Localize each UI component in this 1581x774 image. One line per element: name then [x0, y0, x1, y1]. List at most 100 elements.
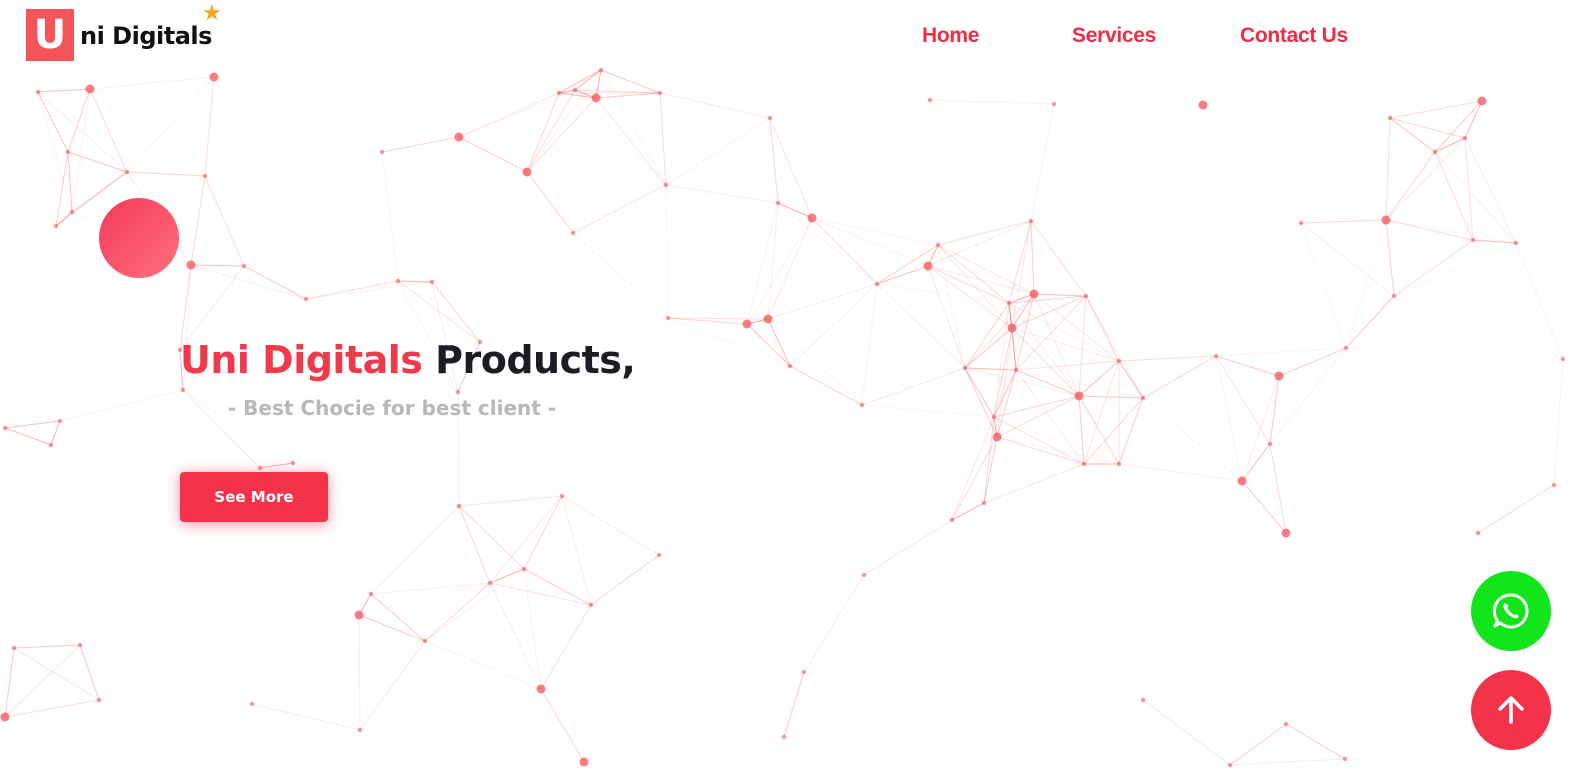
network-node [859, 402, 865, 408]
network-node [657, 90, 663, 96]
network-node [949, 517, 955, 523]
hero-title: Uni Digitals Products, [180, 338, 636, 382]
network-node [742, 319, 752, 329]
network-link [358, 582, 491, 616]
network-link [665, 184, 779, 204]
network-link [1278, 347, 1347, 377]
network-link [861, 367, 966, 406]
network-link [1008, 295, 1087, 304]
network-link [1030, 220, 1087, 297]
network-node [591, 93, 601, 103]
network-link [964, 302, 1010, 369]
network-node [1551, 482, 1557, 488]
network-link [811, 217, 929, 267]
network-link [767, 202, 779, 320]
network-node [65, 149, 71, 155]
network-link [876, 265, 929, 285]
network-node [556, 90, 562, 96]
network-link [37, 91, 128, 173]
network-link [1385, 151, 1436, 221]
network-node [303, 296, 309, 302]
network-node [241, 263, 247, 269]
network-link [1229, 758, 1346, 766]
network-node [1475, 530, 1481, 536]
network-link [1142, 355, 1217, 399]
star-icon: ★ [202, 1, 222, 26]
network-link [50, 420, 61, 446]
scroll-to-top-button[interactable] [1471, 670, 1551, 750]
network-link [204, 76, 215, 177]
network-link [1142, 699, 1231, 766]
network-link [1389, 117, 1466, 139]
network-node [923, 261, 933, 271]
network-node [0, 712, 10, 722]
network-node [186, 260, 196, 270]
network-link [4, 420, 61, 429]
network-node [665, 315, 671, 321]
see-more-button[interactable]: See More [180, 472, 328, 522]
network-node [379, 149, 385, 155]
network-node [1116, 358, 1122, 364]
network-link [489, 582, 592, 606]
network-node [874, 281, 880, 287]
network-link [526, 89, 576, 173]
network-link [251, 703, 361, 731]
network-link [561, 495, 660, 556]
whatsapp-button[interactable] [1471, 571, 1551, 651]
network-link [540, 604, 592, 690]
nav-services-link[interactable]: Services [1072, 24, 1156, 48]
site-logo[interactable]: U ni Digitals ★ [26, 3, 222, 61]
network-node [1470, 237, 1476, 243]
network-node [69, 209, 75, 215]
network-link [964, 293, 1035, 369]
nav-contact-link[interactable]: Contact Us [1240, 24, 1348, 48]
network-node [1343, 345, 1349, 351]
network-link [1011, 295, 1087, 329]
nav-home-link[interactable]: Home [922, 24, 979, 48]
network-link [1269, 347, 1347, 445]
network-node [935, 242, 941, 248]
hero-subtitle: - Best Chocie for best client - [227, 396, 557, 420]
network-node [1281, 528, 1291, 538]
network-node [11, 645, 17, 651]
network-node [455, 389, 461, 395]
network-link [71, 88, 91, 213]
network-link [1385, 219, 1517, 244]
network-node [1462, 135, 1468, 141]
network-node [572, 87, 578, 93]
network-node [521, 566, 527, 572]
network-node [962, 365, 968, 371]
network-link [665, 117, 771, 186]
network-node [927, 97, 933, 103]
network-link [305, 281, 433, 300]
network-link [126, 171, 206, 177]
network-node [1283, 721, 1289, 727]
network-link [1229, 723, 1287, 766]
logo-mark: U [26, 9, 74, 61]
network-link [358, 614, 361, 731]
network-node [422, 638, 428, 644]
logo-text: ni Digitals [80, 22, 212, 50]
network-link [1477, 484, 1555, 534]
network-node [588, 602, 594, 608]
network-node [454, 132, 464, 142]
network-link [204, 175, 245, 267]
network-node [598, 67, 604, 73]
network-link [861, 283, 878, 406]
network-node [487, 580, 493, 586]
network-node [77, 642, 83, 648]
network-link [1285, 723, 1346, 760]
network-link [929, 99, 1055, 105]
whatsapp-icon [1492, 593, 1529, 629]
network-link [777, 202, 878, 285]
network-link [572, 184, 667, 234]
network-link [424, 582, 491, 642]
network-link [811, 217, 878, 285]
network-link [1300, 219, 1387, 224]
network-link [927, 265, 966, 369]
network-node [35, 89, 41, 95]
network-node [1051, 101, 1057, 107]
network-link [595, 92, 661, 99]
network-node [1013, 367, 1019, 373]
network-node [1513, 240, 1519, 246]
